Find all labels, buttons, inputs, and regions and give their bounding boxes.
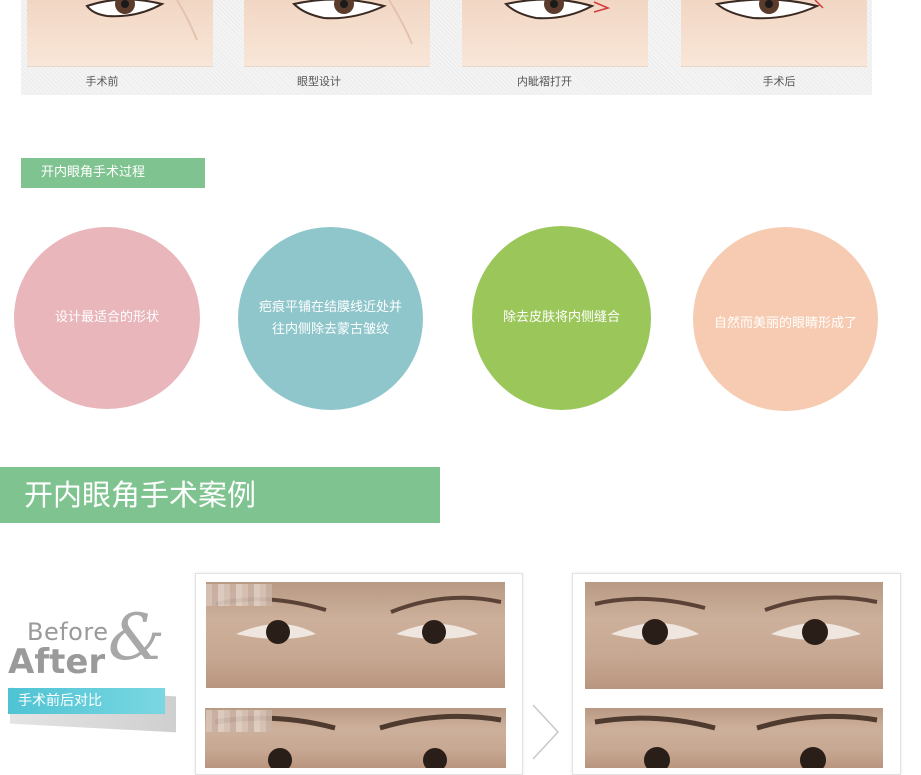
step-circle-suture: 除去皮肤将内侧缝合 <box>472 226 651 410</box>
step-circle-text: 自然而美丽的眼睛形成了 <box>713 316 857 331</box>
step-label-fold-open: 内眦褶打开 <box>517 75 572 88</box>
after-photo-1 <box>585 582 883 689</box>
step-image-before <box>27 0 213 67</box>
privacy-mosaic <box>206 584 272 606</box>
chevron-right-icon <box>530 703 562 765</box>
step-label-design: 眼型设计 <box>297 75 341 88</box>
after-photo-2 <box>585 708 883 768</box>
step-circle-text-line2: 往内侧除去蒙古皱纹 <box>271 321 389 337</box>
before-after-tag: 手术前后对比 <box>8 688 165 714</box>
step-circle-design: 设计最适合的形状 <box>14 227 200 409</box>
step-circle-result: 自然而美丽的眼睛形成了 <box>693 227 878 411</box>
process-section-heading: 开内眼角手术过程 <box>21 158 205 188</box>
ampersand-mark: & <box>108 601 165 675</box>
step-circle-text: 疤痕平铺在结膜线近处并 往内侧除去蒙古皱纹 <box>247 297 414 341</box>
step-circle-remove-fold: 疤痕平铺在结膜线近处并 往内侧除去蒙古皱纹 <box>238 227 423 410</box>
step-circle-text-line1: 疤痕平铺在结膜线近处并 <box>258 299 402 315</box>
step-circle-text: 设计最适合的形状 <box>54 310 159 325</box>
step-image-after <box>681 0 867 67</box>
cases-section-heading: 开内眼角手术案例 <box>0 467 440 523</box>
step-image-design <box>244 0 430 67</box>
step-circle-text: 除去皮肤将内侧缝合 <box>502 310 620 325</box>
after-word: After <box>8 642 106 682</box>
step-image-fold-open <box>462 0 648 67</box>
step-label-after: 手术后 <box>762 75 796 88</box>
privacy-mosaic <box>206 710 272 732</box>
step-label-before: 手术前 <box>85 75 119 88</box>
